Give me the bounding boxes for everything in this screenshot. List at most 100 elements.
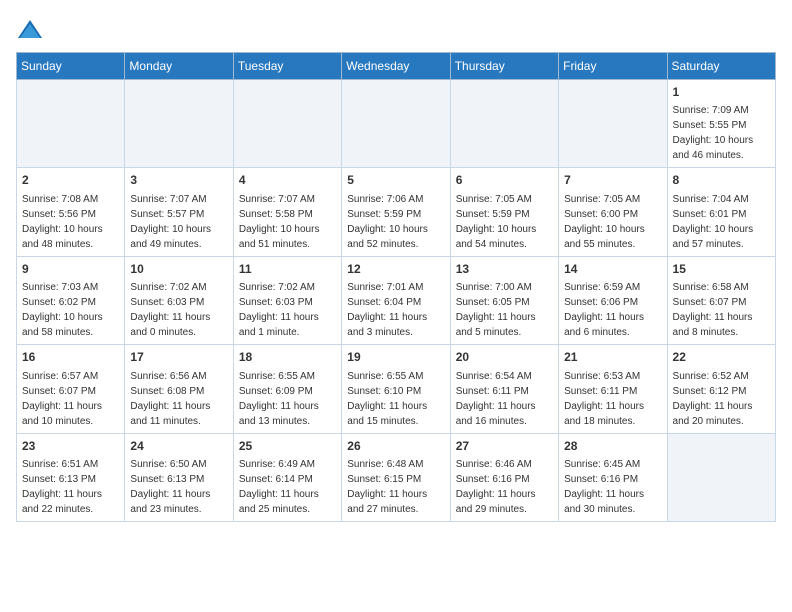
logo-icon	[16, 16, 44, 44]
calendar-cell: 20 Sunrise: 6:54 AMSunset: 6:11 PMDayligh…	[450, 345, 558, 433]
calendar-cell	[450, 80, 558, 168]
day-number: 26	[347, 438, 444, 455]
day-info: Sunrise: 7:03 AMSunset: 6:02 PMDaylight:…	[22, 280, 119, 340]
day-info: Sunrise: 6:49 AMSunset: 6:14 PMDaylight:…	[239, 457, 336, 517]
calendar-cell: 24 Sunrise: 6:50 AMSunset: 6:13 PMDayligh…	[125, 433, 233, 521]
calendar-cell: 22 Sunrise: 6:52 AMSunset: 6:12 PMDayligh…	[667, 345, 775, 433]
day-info: Sunrise: 6:51 AMSunset: 6:13 PMDaylight:…	[22, 457, 119, 517]
calendar-cell: 11 Sunrise: 7:02 AMSunset: 6:03 PMDayligh…	[233, 256, 341, 344]
day-number: 20	[456, 349, 553, 366]
day-number: 8	[673, 172, 770, 189]
calendar-cell: 12 Sunrise: 7:01 AMSunset: 6:04 PMDayligh…	[342, 256, 450, 344]
day-info: Sunrise: 6:54 AMSunset: 6:11 PMDaylight:…	[456, 369, 553, 429]
day-info: Sunrise: 6:52 AMSunset: 6:12 PMDaylight:…	[673, 369, 770, 429]
day-info: Sunrise: 7:06 AMSunset: 5:59 PMDaylight:…	[347, 192, 444, 252]
day-number: 13	[456, 261, 553, 278]
day-info: Sunrise: 6:53 AMSunset: 6:11 PMDaylight:…	[564, 369, 661, 429]
day-info: Sunrise: 7:05 AMSunset: 5:59 PMDaylight:…	[456, 192, 553, 252]
calendar-cell	[559, 80, 667, 168]
calendar-cell: 5 Sunrise: 7:06 AMSunset: 5:59 PMDaylight…	[342, 168, 450, 256]
calendar-week-3: 9 Sunrise: 7:03 AMSunset: 6:02 PMDaylight…	[17, 256, 776, 344]
day-number: 14	[564, 261, 661, 278]
calendar-cell: 10 Sunrise: 7:02 AMSunset: 6:03 PMDayligh…	[125, 256, 233, 344]
day-number: 10	[130, 261, 227, 278]
day-number: 11	[239, 261, 336, 278]
calendar-cell: 3Sunrise: 7:07 AMSunset: 5:57 PMDaylight…	[125, 168, 233, 256]
day-number: 1	[673, 84, 770, 101]
day-header-friday: Friday	[559, 53, 667, 80]
day-info: Sunrise: 6:50 AMSunset: 6:13 PMDaylight:…	[130, 457, 227, 517]
calendar-cell: 9 Sunrise: 7:03 AMSunset: 6:02 PMDaylight…	[17, 256, 125, 344]
calendar-cell	[342, 80, 450, 168]
day-number: 22	[673, 349, 770, 366]
day-number: 27	[456, 438, 553, 455]
day-header-wednesday: Wednesday	[342, 53, 450, 80]
day-number: 19	[347, 349, 444, 366]
day-info: Sunrise: 7:07 AMSunset: 5:58 PMDaylight:…	[239, 192, 336, 252]
calendar-cell: 28 Sunrise: 6:45 AMSunset: 6:16 PMDayligh…	[559, 433, 667, 521]
page-header	[16, 16, 776, 44]
day-info: Sunrise: 7:01 AMSunset: 6:04 PMDaylight:…	[347, 280, 444, 340]
calendar-week-1: 1Sunrise: 7:09 AMSunset: 5:55 PMDaylight…	[17, 80, 776, 168]
calendar-cell: 1Sunrise: 7:09 AMSunset: 5:55 PMDaylight…	[667, 80, 775, 168]
day-info: Sunrise: 7:00 AMSunset: 6:05 PMDaylight:…	[456, 280, 553, 340]
day-info: Sunrise: 6:57 AMSunset: 6:07 PMDaylight:…	[22, 369, 119, 429]
calendar-cell: 16 Sunrise: 6:57 AMSunset: 6:07 PMDayligh…	[17, 345, 125, 433]
calendar-cell: 6 Sunrise: 7:05 AMSunset: 5:59 PMDaylight…	[450, 168, 558, 256]
day-info: Sunrise: 6:45 AMSunset: 6:16 PMDaylight:…	[564, 457, 661, 517]
day-info: Sunrise: 7:04 AMSunset: 6:01 PMDaylight:…	[673, 192, 770, 252]
day-info: Sunrise: 6:55 AMSunset: 6:09 PMDaylight:…	[239, 369, 336, 429]
calendar-cell: 15Sunrise: 6:58 AMSunset: 6:07 PMDayligh…	[667, 256, 775, 344]
day-info: Sunrise: 7:08 AMSunset: 5:56 PMDaylight:…	[22, 192, 119, 252]
day-number: 4	[239, 172, 336, 189]
day-info: Sunrise: 7:07 AMSunset: 5:57 PMDaylight:…	[130, 192, 227, 252]
day-number: 16	[22, 349, 119, 366]
day-number: 2	[22, 172, 119, 189]
day-header-tuesday: Tuesday	[233, 53, 341, 80]
day-info: Sunrise: 6:55 AMSunset: 6:10 PMDaylight:…	[347, 369, 444, 429]
day-header-sunday: Sunday	[17, 53, 125, 80]
day-number: 15	[673, 261, 770, 278]
logo	[16, 16, 48, 44]
day-info: Sunrise: 6:56 AMSunset: 6:08 PMDaylight:…	[130, 369, 227, 429]
day-number: 12	[347, 261, 444, 278]
calendar-cell: 27 Sunrise: 6:46 AMSunset: 6:16 PMDayligh…	[450, 433, 558, 521]
calendar-table: SundayMondayTuesdayWednesdayThursdayFrid…	[16, 52, 776, 522]
calendar-cell: 26Sunrise: 6:48 AMSunset: 6:15 PMDayligh…	[342, 433, 450, 521]
day-number: 7	[564, 172, 661, 189]
day-header-monday: Monday	[125, 53, 233, 80]
calendar-cell: 8 Sunrise: 7:04 AMSunset: 6:01 PMDaylight…	[667, 168, 775, 256]
calendar-cell: 7 Sunrise: 7:05 AMSunset: 6:00 PMDaylight…	[559, 168, 667, 256]
calendar-week-5: 23 Sunrise: 6:51 AMSunset: 6:13 PMDayligh…	[17, 433, 776, 521]
day-number: 18	[239, 349, 336, 366]
day-number: 9	[22, 261, 119, 278]
day-number: 6	[456, 172, 553, 189]
day-number: 28	[564, 438, 661, 455]
calendar-cell	[17, 80, 125, 168]
calendar-week-4: 16 Sunrise: 6:57 AMSunset: 6:07 PMDayligh…	[17, 345, 776, 433]
day-header-saturday: Saturday	[667, 53, 775, 80]
day-number: 21	[564, 349, 661, 366]
calendar-cell: 25 Sunrise: 6:49 AMSunset: 6:14 PMDayligh…	[233, 433, 341, 521]
day-header-thursday: Thursday	[450, 53, 558, 80]
day-info: Sunrise: 7:02 AMSunset: 6:03 PMDaylight:…	[130, 280, 227, 340]
day-number: 24	[130, 438, 227, 455]
day-number: 23	[22, 438, 119, 455]
calendar-week-2: 2 Sunrise: 7:08 AMSunset: 5:56 PMDaylight…	[17, 168, 776, 256]
calendar-cell: 2 Sunrise: 7:08 AMSunset: 5:56 PMDaylight…	[17, 168, 125, 256]
day-number: 17	[130, 349, 227, 366]
day-info: Sunrise: 7:05 AMSunset: 6:00 PMDaylight:…	[564, 192, 661, 252]
calendar-cell: 14 Sunrise: 6:59 AMSunset: 6:06 PMDayligh…	[559, 256, 667, 344]
day-number: 25	[239, 438, 336, 455]
calendar-cell	[667, 433, 775, 521]
day-info: Sunrise: 6:46 AMSunset: 6:16 PMDaylight:…	[456, 457, 553, 517]
calendar-cell: 18 Sunrise: 6:55 AMSunset: 6:09 PMDayligh…	[233, 345, 341, 433]
day-info: Sunrise: 6:59 AMSunset: 6:06 PMDaylight:…	[564, 280, 661, 340]
calendar-cell: 17 Sunrise: 6:56 AMSunset: 6:08 PMDayligh…	[125, 345, 233, 433]
calendar-cell	[233, 80, 341, 168]
day-number: 5	[347, 172, 444, 189]
calendar-cell: 21 Sunrise: 6:53 AMSunset: 6:11 PMDayligh…	[559, 345, 667, 433]
calendar-cell: 4 Sunrise: 7:07 AMSunset: 5:58 PMDaylight…	[233, 168, 341, 256]
day-info: Sunrise: 7:02 AMSunset: 6:03 PMDaylight:…	[239, 280, 336, 340]
calendar-cell: 23 Sunrise: 6:51 AMSunset: 6:13 PMDayligh…	[17, 433, 125, 521]
